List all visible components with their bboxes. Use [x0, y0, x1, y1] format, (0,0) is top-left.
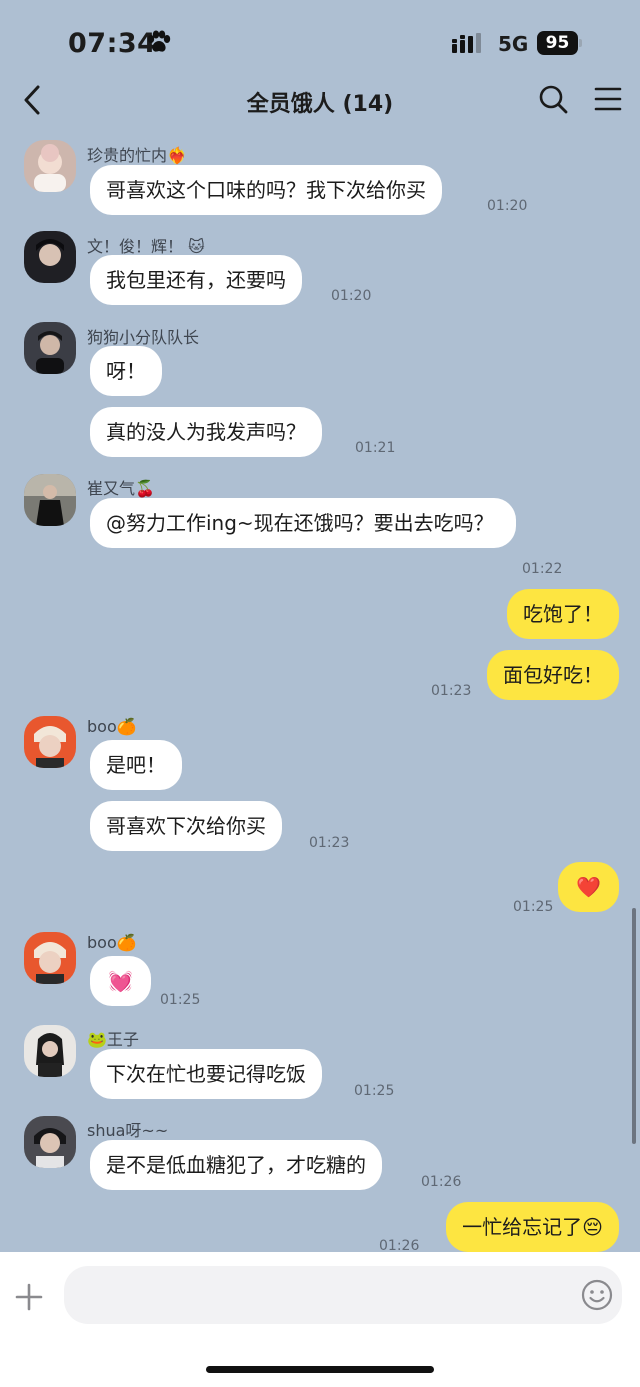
- message-bubble[interactable]: ❤️: [558, 862, 619, 912]
- message-time: 01:25: [513, 899, 554, 915]
- message-bubble[interactable]: 面包好吃！: [487, 650, 619, 700]
- message-time: 01:26: [421, 1174, 462, 1190]
- cherry-icon: 🍒: [135, 479, 155, 498]
- sender-name: 崔又气🍒: [87, 479, 155, 498]
- sender-name: 珍贵的忙内❤️‍🔥: [87, 146, 187, 165]
- menu-icon[interactable]: [594, 86, 622, 116]
- message-time: 01:23: [309, 835, 350, 851]
- message-bubble[interactable]: 真的没人为我发声吗？: [90, 407, 322, 457]
- message-bubble[interactable]: 哥喜欢这个口味的吗？我下次给你买: [90, 165, 442, 215]
- status-bar: 07:34 5G 95: [0, 0, 640, 72]
- emoji-icon[interactable]: [581, 1279, 613, 1315]
- message-bubble[interactable]: 我包里还有，还要吗: [90, 255, 302, 305]
- sender-name: 🐸王子: [87, 1030, 139, 1049]
- chat-header: 全员饿人 (14): [0, 72, 640, 128]
- message-bubble[interactable]: 💓: [90, 956, 151, 1006]
- cat-icon: 🐱: [188, 237, 205, 256]
- scrollbar[interactable]: [632, 908, 636, 1144]
- orange-icon: 🍊: [116, 933, 137, 952]
- message-bubble[interactable]: @努力工作ing~现在还饿吗？要出去吃吗？: [90, 498, 516, 548]
- battery-indicator: 95: [537, 31, 578, 55]
- message-input[interactable]: [64, 1266, 622, 1324]
- message-time: 01:25: [354, 1083, 395, 1099]
- message-time: 01:20: [331, 288, 372, 304]
- beating-heart-icon: 💓: [108, 969, 133, 993]
- message-bubble[interactable]: 一忙给忘记了😔: [446, 1202, 619, 1252]
- sender-name: 狗狗小分队队长: [87, 328, 200, 347]
- avatar[interactable]: [24, 1116, 76, 1168]
- avatar[interactable]: [24, 474, 76, 526]
- message-bubble[interactable]: 吃饱了！: [507, 589, 619, 639]
- message-bubble[interactable]: 是不是低血糖犯了，才吃糖的: [90, 1140, 382, 1190]
- avatar[interactable]: [24, 1025, 76, 1077]
- message-bubble[interactable]: 是吧！: [90, 740, 182, 790]
- orange-icon: 🍊: [116, 717, 137, 736]
- sender-name: shua呀~~: [87, 1121, 169, 1140]
- message-bubble[interactable]: 呀！: [90, 346, 162, 396]
- red-heart-icon: ❤️: [576, 875, 601, 899]
- paw-icon: [146, 30, 172, 58]
- message-bubble[interactable]: 下次在忙也要记得吃饭: [90, 1049, 322, 1099]
- message-time: 01:23: [431, 683, 472, 699]
- plus-icon[interactable]: [14, 1282, 44, 1316]
- battery-tip: [579, 39, 582, 47]
- avatar[interactable]: [24, 140, 76, 192]
- avatar[interactable]: [24, 716, 76, 768]
- avatar[interactable]: [24, 322, 76, 374]
- message-time: 01:21: [355, 440, 396, 456]
- avatar[interactable]: [24, 932, 76, 984]
- message-time: 01:26: [379, 1238, 420, 1252]
- heart-fire-icon: ❤️‍🔥: [167, 146, 187, 165]
- message-time: 01:25: [160, 992, 201, 1008]
- status-time: 07:34: [68, 28, 157, 59]
- home-indicator[interactable]: [206, 1366, 434, 1373]
- message-time: 01:20: [487, 198, 528, 214]
- message-time: 01:22: [522, 561, 563, 577]
- sender-name: 文！俊！辉！ 🐱: [87, 237, 205, 256]
- message-list[interactable]: 珍贵的忙内❤️‍🔥 哥喜欢这个口味的吗？我下次给你买 01:20 文！俊！辉！ …: [0, 128, 640, 1252]
- signal-icon: [452, 33, 488, 59]
- message-bubble[interactable]: 哥喜欢下次给你买: [90, 801, 282, 851]
- sender-name: boo🍊: [87, 933, 137, 952]
- network-type: 5G: [498, 32, 529, 56]
- avatar[interactable]: [24, 231, 76, 283]
- frog-icon: 🐸: [87, 1030, 107, 1049]
- input-bar: [0, 1252, 640, 1387]
- sender-name: boo🍊: [87, 717, 137, 736]
- search-icon[interactable]: [538, 84, 570, 120]
